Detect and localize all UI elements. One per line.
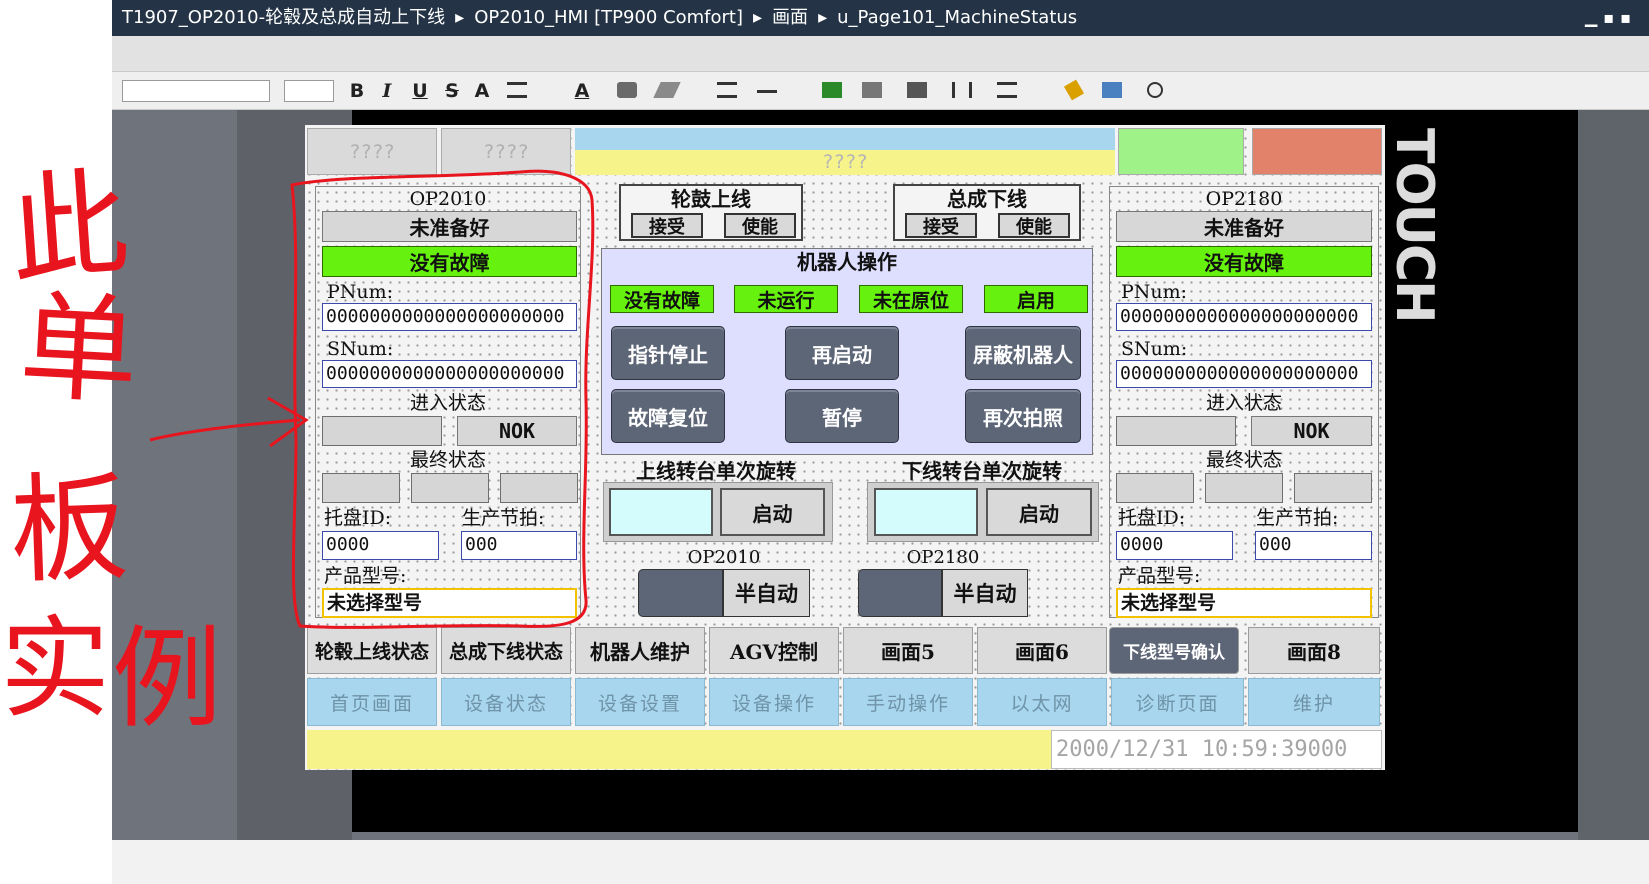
annotation-char-3: 板 <box>7 457 131 601</box>
annotation-outline <box>290 169 595 629</box>
annotation-char-2: 单 <box>16 277 142 421</box>
annotation-arrow <box>149 396 309 448</box>
annotation-char-4: 实 <box>0 605 110 733</box>
annotation-char-1: 此 <box>5 154 133 300</box>
annotation-char-5: 例 <box>112 615 222 743</box>
annotation-overlay <box>149 169 595 629</box>
